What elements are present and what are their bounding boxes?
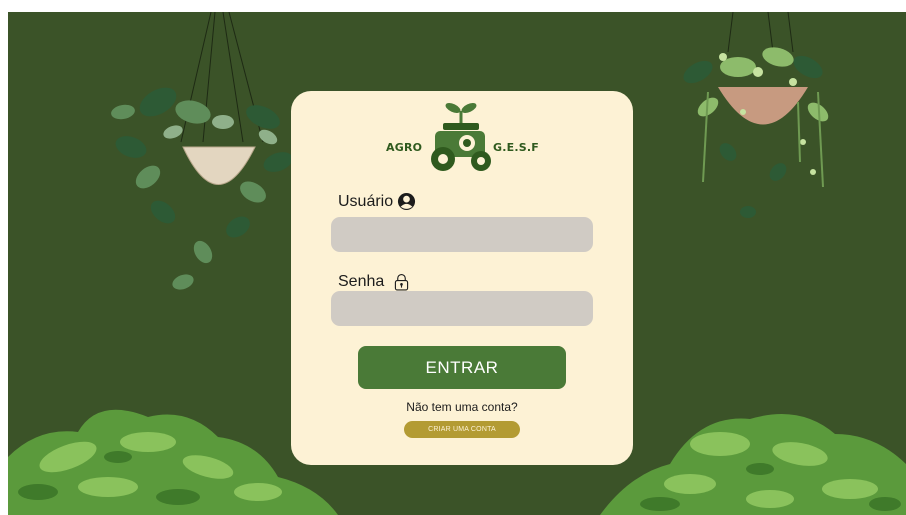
user-circle-icon bbox=[398, 192, 416, 211]
login-card: AGRO G.E.S.F Usuário Senha ENTRAR Não te… bbox=[291, 91, 633, 465]
tractor-sprout-icon bbox=[431, 103, 491, 171]
username-label: Usuário bbox=[338, 192, 394, 210]
bush-right-illustration bbox=[600, 414, 906, 515]
logo-text-left: AGRO bbox=[386, 141, 423, 154]
no-account-text: Não tem uma conta? bbox=[406, 400, 518, 414]
hanging-plant-left-illustration bbox=[111, 12, 293, 290]
login-button[interactable]: ENTRAR bbox=[358, 346, 566, 389]
padlock-icon bbox=[395, 273, 409, 291]
create-account-button[interactable]: CRIAR UMA CONTA bbox=[404, 421, 520, 438]
bush-left-illustration bbox=[8, 409, 338, 515]
username-label-row: Usuário bbox=[338, 192, 416, 211]
brand-logo: AGRO G.E.S.F bbox=[379, 97, 547, 181]
logo-text-right: G.E.S.F bbox=[493, 141, 539, 154]
hanging-plant-right-illustration bbox=[683, 12, 829, 218]
password-input[interactable] bbox=[331, 291, 593, 326]
username-input[interactable] bbox=[331, 217, 593, 252]
password-label: Senha bbox=[338, 273, 385, 290]
password-label-row: Senha bbox=[338, 273, 409, 291]
